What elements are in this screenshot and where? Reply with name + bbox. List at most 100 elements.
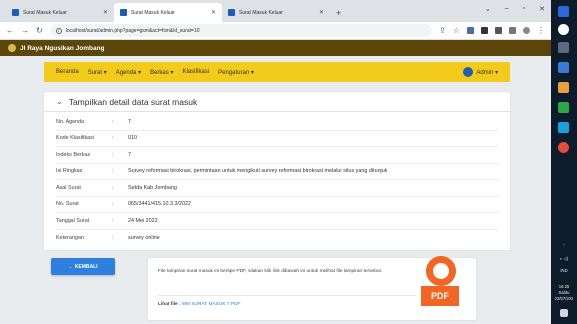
bookmark-star-icon[interactable]: ☆ (453, 26, 460, 35)
user-menu-label: Admin ▾ (476, 69, 498, 76)
detail-row-tanggal-surat: Tanggal Surat : 24 Mei 2022 (56, 213, 498, 230)
row-label: No. Surat (56, 201, 79, 208)
nav-klasifikasi[interactable]: Klasifikasi (182, 69, 209, 75)
card-header: ⌄ Tampilkan detail data surat masuk (44, 92, 510, 112)
row-value: Survey reformasi birokrasi, permintaan u… (128, 168, 388, 175)
reload-icon[interactable]: ↻ (36, 26, 43, 35)
close-tab-icon[interactable]: ✕ (103, 9, 108, 16)
url-field[interactable]: i localhost/surat/admin.php?page=gsm&act… (49, 24, 433, 37)
pdf-label: PDF (421, 286, 459, 306)
extensions-puzzle-icon[interactable] (495, 27, 502, 34)
back-button[interactable]: ← KEMBALI (51, 258, 115, 275)
main-navbar: Beranda Surat ▾ Agenda ▾ Berkas ▾ Klasif… (44, 62, 510, 82)
start-icon[interactable] (558, 6, 569, 17)
row-separator: : (112, 184, 114, 191)
attachment-link-prefix: Lihat file : (158, 302, 181, 307)
file-explorer-icon[interactable] (558, 62, 569, 73)
nav-agenda[interactable]: Agenda ▾ (116, 69, 141, 76)
extension-icon[interactable] (467, 27, 474, 34)
tray-chevron-icon[interactable]: ‹ (551, 242, 577, 247)
taskbar: ‹ ◐ ◁) IND 16.25 Sabtu 23/07/202 (551, 0, 577, 324)
network-icon[interactable]: ◐ ◁) (551, 256, 577, 261)
row-separator: : (112, 151, 114, 158)
row-label: Kode Klasifikasi (56, 135, 95, 142)
clock-day: Sabtu (558, 290, 570, 295)
url-text: localhost/surat/admin.php?page=gsm&act=f… (65, 27, 200, 34)
profile-icon[interactable] (523, 27, 530, 34)
window-close-icon[interactable]: ✕ (539, 5, 545, 13)
language-indicator[interactable]: IND (551, 268, 577, 273)
app-icon[interactable] (558, 82, 569, 93)
row-value: 7 (128, 151, 131, 158)
back-arrow-icon[interactable]: ← (6, 26, 14, 35)
app-icon[interactable] (558, 122, 569, 133)
row-label: Keterangan (56, 234, 84, 241)
row-label: Tanggal Surat (56, 217, 90, 224)
forward-arrow-icon[interactable]: → (21, 26, 29, 35)
nav-surat[interactable]: Surat ▾ (88, 69, 107, 76)
minimize-icon[interactable]: – (505, 5, 509, 13)
tab-search-icon[interactable]: ⌄ (485, 5, 491, 13)
app-icon[interactable] (558, 102, 569, 113)
maximize-icon[interactable]: ▫ (523, 5, 525, 13)
user-menu[interactable]: Admin ▾ (463, 67, 498, 77)
detail-rows: No. Agenda : 7 Kode Klasifikasi : 010 In… (44, 112, 510, 246)
favicon-icon (120, 9, 127, 16)
chrome-icon[interactable] (558, 142, 569, 153)
browser-tab-3[interactable]: Surat Masuk Keluar ✕ (222, 3, 330, 22)
row-label: Isi Ringkas (56, 168, 83, 175)
app-title: JI Raya Ngusikan Jombang (20, 44, 105, 52)
favicon-icon (12, 9, 19, 16)
window-controls: ⌄ – ▫ ✕ (485, 5, 545, 13)
search-icon[interactable] (558, 24, 569, 35)
info-icon[interactable]: i (55, 27, 62, 34)
detail-row-kode-klasifikasi: Kode Klasifikasi : 010 (56, 131, 498, 147)
row-value: 24 Mei 2022 (128, 217, 158, 224)
detail-row-isi-ringkas: Isi Ringkas : Survey reformasi birokrasi… (56, 164, 498, 180)
nav-beranda[interactable]: Beranda (56, 69, 79, 75)
detail-row-asal-surat: Asal Surat : Setda Kab Jombang (56, 180, 498, 197)
detail-row-no-agenda: No. Agenda : 7 (56, 114, 498, 131)
share-icon[interactable]: ⇪ (439, 26, 446, 35)
address-bar: ← → ↻ i localhost/surat/admin.php?page=g… (0, 22, 551, 40)
menu-kebab-icon[interactable]: ⋮ (537, 26, 545, 35)
detail-card: ⌄ Tampilkan detail data surat masuk No. … (44, 92, 510, 250)
close-tab-icon[interactable]: ✕ (211, 9, 216, 16)
close-tab-icon[interactable]: ✕ (319, 9, 324, 16)
extension-icon[interactable] (481, 27, 488, 34)
notification-icon[interactable] (560, 309, 568, 317)
row-separator: : (112, 201, 114, 208)
detail-row-indeks-berkas: Indeks Berkas : 7 (56, 147, 498, 164)
browser-tab-bar: Surat Masuk Keluar ✕ Surat Masuk Keluar … (0, 0, 551, 22)
logo-icon (8, 44, 16, 52)
row-separator: : (112, 234, 114, 241)
tab-label: Surat Masuk Keluar (239, 9, 283, 16)
attachment-file-link[interactable]: 898 SURAT MASUK 7.PDF (182, 302, 240, 307)
row-value: survey online (128, 234, 160, 241)
sidebar-icon[interactable] (509, 27, 516, 34)
row-separator: : (112, 135, 114, 142)
row-separator: : (112, 118, 114, 125)
clock-date: 23/07/202 (554, 296, 574, 301)
tab-label: Surat Masuk Keluar (131, 9, 175, 16)
favicon-icon (228, 9, 235, 16)
row-value: 065/3441/415.10.3.3/2022 (128, 201, 191, 208)
nav-pengaturan[interactable]: Pengaturan ▾ (218, 69, 254, 76)
nav-berkas[interactable]: Berkas ▾ (150, 69, 173, 76)
clock-time[interactable]: 16.25 (551, 284, 577, 289)
attachment-message: File lampiran surat masuk ini bertipe PD… (158, 269, 383, 274)
task-view-icon[interactable] (558, 42, 569, 53)
browser-tab-2[interactable]: Surat Masuk Keluar ✕ (114, 3, 222, 22)
pdf-file-icon[interactable]: PDF (421, 256, 459, 308)
browser-tab-1[interactable]: Surat Masuk Keluar ✕ (6, 3, 114, 22)
row-separator: : (112, 168, 114, 175)
detail-row-keterangan: Keterangan : survey online (56, 230, 498, 247)
row-label: No. Agenda (56, 118, 85, 125)
user-avatar-icon (463, 67, 474, 77)
row-label: Asal Surat (56, 184, 81, 191)
new-tab-icon[interactable]: + (330, 8, 347, 22)
divider (158, 295, 416, 296)
row-separator: : (112, 217, 114, 224)
app-header: JI Raya Ngusikan Jombang (0, 40, 551, 56)
row-value: Setda Kab Jombang (128, 184, 177, 191)
